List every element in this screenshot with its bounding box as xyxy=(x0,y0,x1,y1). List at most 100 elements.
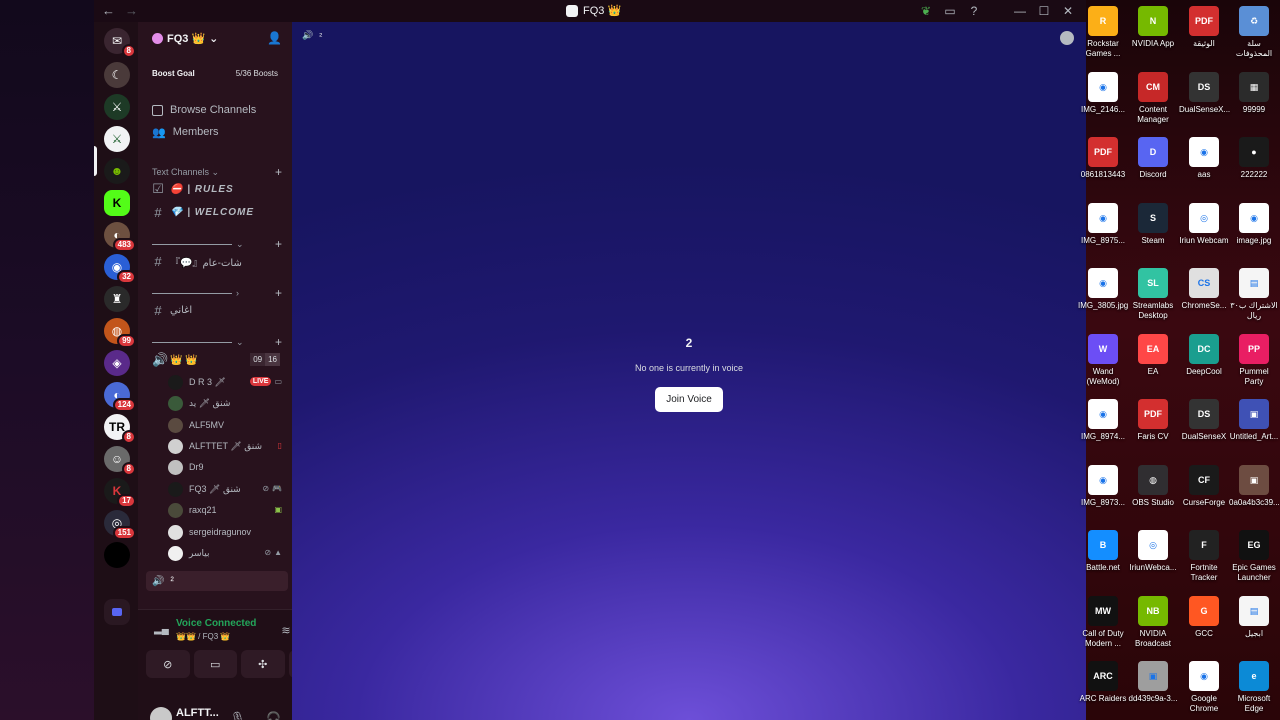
channel-general-chat[interactable]: # 『💬』شات-عام xyxy=(146,251,286,271)
desktop-shortcut[interactable]: NB NVIDIA Broadcast xyxy=(1128,595,1178,649)
desktop-shortcut[interactable]: ◉ Google Chrome xyxy=(1179,661,1229,714)
close-button[interactable]: ✕ xyxy=(1056,2,1080,20)
voice-member[interactable]: raxq21 ▣ xyxy=(168,500,284,520)
voice-member[interactable]: شنق 🗡 يد xyxy=(168,393,284,413)
guild-header[interactable]: FQ3 👑 ⌄ 👤 xyxy=(138,22,292,54)
server-icon[interactable]: TR 8 xyxy=(104,414,136,444)
browse-channels-link[interactable]: Browse Channels xyxy=(146,100,286,120)
server-icon[interactable]: ◐ 483 xyxy=(104,222,136,252)
headset-icon[interactable]: 🎧 xyxy=(266,711,281,720)
server-icon[interactable]: ⚔ xyxy=(104,94,130,120)
server-icon[interactable]: ◍ 99 xyxy=(104,318,136,348)
desktop-shortcut[interactable]: PDF Faris CV xyxy=(1128,399,1178,442)
inbox-icon[interactable]: ▭ xyxy=(938,2,962,20)
avatar[interactable] xyxy=(150,707,172,720)
server-icon[interactable]: K 17 xyxy=(104,478,136,508)
server-icon[interactable]: ♜ xyxy=(104,286,130,312)
create-channel-icon[interactable]: + xyxy=(275,237,282,251)
screen-share-icon[interactable]: ▭ xyxy=(193,650,237,678)
desktop-shortcut[interactable]: ◎ Iriun Webcam xyxy=(1179,202,1229,246)
desktop-shortcut[interactable]: W Wand (WeMod) xyxy=(1078,333,1128,387)
channel-rules[interactable]: ☑ ⛔ | RULES xyxy=(146,179,286,199)
voice-location[interactable]: 👑👑 / FQ3 👑 xyxy=(176,632,230,641)
voice-status[interactable]: Voice Connected xyxy=(176,618,256,629)
back-arrow-icon[interactable]: ← xyxy=(102,3,115,18)
desktop-shortcut[interactable]: PP Pummel Party xyxy=(1229,333,1279,387)
minimize-button[interactable]: — xyxy=(1008,2,1032,20)
desktop-shortcut[interactable]: ◉ IMG_2146... xyxy=(1078,71,1128,115)
category-divider[interactable]: ⌄ + xyxy=(146,237,284,251)
help-icon[interactable]: ? xyxy=(962,2,986,20)
desktop-shortcut[interactable]: SL Streamlabs Desktop xyxy=(1128,268,1178,321)
voice-member[interactable]: FQ3 🗡 شنق ⊘ 🎮 xyxy=(168,479,284,499)
server-icon[interactable] xyxy=(104,542,130,568)
maximize-button[interactable]: ☐ xyxy=(1032,2,1056,20)
desktop-shortcut[interactable]: ◉ IMG_8975... xyxy=(1078,202,1128,246)
channel-welcome[interactable]: # 💎 | WELCOME xyxy=(146,202,286,222)
desktop-shortcut[interactable]: D Discord xyxy=(1128,137,1178,180)
desktop-shortcut[interactable]: G GCC xyxy=(1179,595,1229,639)
server-icon[interactable]: ◎ 151 xyxy=(104,510,136,540)
desktop-shortcut[interactable]: DS DualSenseX xyxy=(1179,399,1229,442)
create-channel-icon[interactable]: + xyxy=(275,286,282,300)
kick-server-icon[interactable]: K xyxy=(104,190,130,216)
desktop-shortcut[interactable]: ▦ 99999 xyxy=(1229,71,1279,115)
desktop-shortcut[interactable]: DC DeepCool xyxy=(1179,333,1229,377)
voice-member[interactable]: Dr9 xyxy=(168,457,284,477)
desktop-shortcut[interactable]: e Microsoft Edge xyxy=(1229,661,1279,714)
server-icon[interactable]: ◐ 124 xyxy=(104,382,136,412)
chat-bubble-icon[interactable] xyxy=(1060,31,1074,45)
desktop-shortcut[interactable]: B Battle.net xyxy=(1078,530,1128,573)
desktop-shortcut[interactable]: ◉ image.jpg xyxy=(1229,202,1279,246)
members-link[interactable]: 👥 Members xyxy=(146,122,286,142)
desktop-shortcut[interactable]: EG Epic Games Launcher xyxy=(1229,530,1279,583)
desktop-shortcut[interactable]: ◉ aas xyxy=(1179,137,1229,180)
forward-arrow-icon[interactable]: → xyxy=(125,3,138,18)
desktop-shortcut[interactable]: CM Content Manager xyxy=(1128,71,1178,125)
category-text-channels[interactable]: Text Channels ⌄ + xyxy=(146,165,284,179)
server-folder-icon[interactable] xyxy=(104,599,130,625)
server-icon[interactable]: ☻ xyxy=(104,158,130,184)
desktop-shortcut[interactable]: CS ChromeSe... xyxy=(1179,268,1229,311)
desktop-shortcut[interactable]: PDF الوثيقة xyxy=(1179,6,1229,49)
desktop-shortcut[interactable]: ▣ Untitled_Art... xyxy=(1229,399,1279,442)
server-icon-active[interactable]: ⚔ xyxy=(104,126,130,152)
microphone-icon[interactable]: 🎙 xyxy=(230,711,245,720)
category-divider[interactable]: › + xyxy=(146,286,284,300)
invite-people-icon[interactable]: 👤 xyxy=(267,31,282,45)
username[interactable]: ALFTT... xyxy=(176,707,219,719)
desktop-shortcut[interactable]: N NVIDIA App xyxy=(1128,6,1178,49)
server-icon[interactable]: ◉ 32 xyxy=(104,254,136,284)
desktop-shortcut[interactable]: ♻ سلة المحذوفات xyxy=(1229,6,1279,59)
voice-member[interactable]: ALFTTET 🗡 شنق ▯ xyxy=(168,436,284,456)
voice-member[interactable]: sergeidragunov xyxy=(168,522,284,542)
desktop-shortcut[interactable]: ▤ ابجيل xyxy=(1229,595,1279,639)
desktop-shortcut[interactable]: R Rockstar Games ... xyxy=(1078,6,1128,59)
create-channel-icon[interactable]: + xyxy=(275,165,282,179)
server-icon[interactable]: ☾ xyxy=(104,62,130,88)
desktop-shortcut[interactable]: ▤ الاشتراك ب٣٠ ريال xyxy=(1229,268,1279,321)
desktop-shortcut[interactable]: EA EA xyxy=(1128,333,1178,377)
desktop-shortcut[interactable]: ◎ IriunWebca... xyxy=(1128,530,1178,573)
create-channel-icon[interactable]: + xyxy=(275,335,282,349)
desktop-shortcut[interactable]: ▣ 0a0a4b3c39... xyxy=(1229,464,1280,508)
desktop-shortcut[interactable]: S Steam xyxy=(1128,202,1178,246)
server-icon[interactable]: ☺ 8 xyxy=(104,446,136,476)
activities-icon[interactable]: ✣ xyxy=(241,650,285,678)
server-icon[interactable]: ◈ xyxy=(104,350,130,376)
desktop-shortcut[interactable]: ◍ OBS Studio xyxy=(1128,464,1178,508)
desktop-shortcut[interactable]: F Fortnite Tracker xyxy=(1179,530,1229,583)
desktop-shortcut[interactable]: MW Call of Duty Modern ... xyxy=(1078,595,1128,649)
boost-goal-bar[interactable]: Boost Goal 5/36 Boosts xyxy=(146,64,282,82)
desktop-shortcut[interactable]: ◉ IMG_3805.jpg xyxy=(1078,268,1128,311)
desktop-shortcut[interactable]: CF CurseForge xyxy=(1179,464,1229,508)
join-voice-button[interactable]: Join Voice xyxy=(655,387,723,412)
desktop-shortcut[interactable]: PDF 0861813443 xyxy=(1078,137,1128,180)
desktop-shortcut[interactable]: DS DualSenseX... xyxy=(1179,71,1230,115)
desktop-shortcut[interactable]: ● 222222 xyxy=(1229,137,1279,180)
voice-member[interactable]: D R 3 🗡 LIVE ▭ xyxy=(168,372,284,392)
channel-songs[interactable]: # اغاني xyxy=(146,300,286,320)
desktop-shortcut[interactable]: ▣ dd439c9a-3... xyxy=(1128,661,1178,704)
desktop-shortcut[interactable]: ARC ARC Raiders xyxy=(1078,661,1128,704)
camera-off-icon[interactable]: ⊘ xyxy=(146,650,190,678)
